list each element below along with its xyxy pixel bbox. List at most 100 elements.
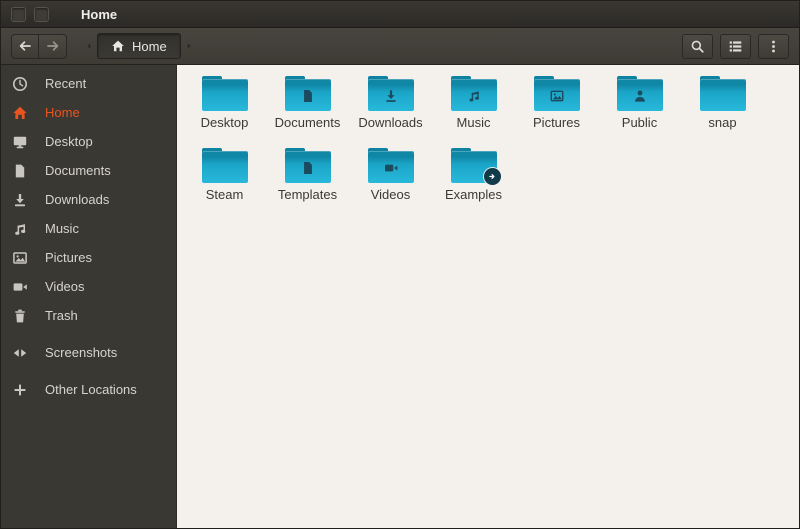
folder-icon (201, 148, 248, 183)
sidebar-item-documents[interactable]: Documents (1, 156, 176, 185)
sidebar-item-music[interactable]: Music (1, 214, 176, 243)
file-item-templates[interactable]: Templates (266, 145, 349, 217)
file-item-downloads[interactable]: Downloads (349, 73, 432, 145)
folder-icon (367, 148, 414, 183)
folder-icon (616, 76, 663, 111)
back-button[interactable] (11, 33, 39, 59)
file-item-music[interactable]: Music (432, 73, 515, 145)
file-name: Downloads (358, 115, 423, 130)
file-item-videos[interactable]: Videos (349, 145, 432, 217)
file-manager-window: Home Home Recent Home Desktop Documents … (0, 0, 800, 529)
window-button-1[interactable] (11, 6, 26, 22)
file-name: Music (456, 115, 491, 130)
sidebar-item-label: Screenshots (45, 345, 118, 360)
arrow-right-icon (45, 38, 61, 54)
clock-icon (12, 76, 28, 92)
file-name: snap (708, 115, 737, 130)
folder-icon (201, 76, 248, 111)
path-segment-label: Home (132, 38, 167, 54)
document-emblem-icon (300, 161, 315, 176)
file-item-examples[interactable]: Examples (432, 145, 515, 217)
sidebar-item-label: Other Locations (45, 382, 137, 397)
link-emblem-icon (483, 168, 501, 185)
folder-icon (284, 148, 331, 183)
path-scroll-left-icon (83, 40, 95, 52)
file-item-desktop[interactable]: Desktop (183, 73, 266, 145)
menu-button[interactable] (758, 33, 789, 59)
file-name: Examples (444, 187, 503, 202)
sidebar-item-screenshots[interactable]: Screenshots (1, 338, 176, 367)
nav-button-group (11, 33, 67, 59)
sidebar-item-pictures[interactable]: Pictures (1, 243, 176, 272)
sidebar-item-home[interactable]: Home (1, 98, 176, 127)
file-name: Steam (205, 187, 244, 202)
document-icon (12, 163, 28, 179)
video-camera-emblem-icon (383, 161, 398, 176)
document-emblem-icon (300, 89, 315, 104)
sidebar-item-label: Trash (45, 308, 78, 323)
file-name: Templates (277, 187, 338, 202)
sidebar-item-label: Downloads (45, 192, 110, 207)
sidebar-item-label: Music (45, 221, 79, 236)
sidebar-item-label: Recent (45, 76, 87, 91)
sidebar-item-other-locations[interactable]: Other Locations (1, 375, 176, 404)
sidebar-item-recent[interactable]: Recent (1, 69, 176, 98)
sidebar-item-label: Desktop (45, 134, 93, 149)
sidebar-item-downloads[interactable]: Downloads (1, 185, 176, 214)
list-view-icon (728, 39, 743, 54)
sidebar-list: Recent Home Desktop Documents Downloads … (1, 69, 176, 404)
download-icon (12, 192, 28, 208)
sidebar-item-label: Documents (45, 163, 111, 178)
file-item-pictures[interactable]: Pictures (515, 73, 598, 145)
path-scroll-right-icon (183, 40, 195, 52)
path-segment-home[interactable]: Home (97, 33, 181, 59)
photo-emblem-icon (549, 89, 564, 104)
trash-icon (12, 308, 28, 324)
file-name: Documents (274, 115, 341, 130)
file-name: Public (621, 115, 658, 130)
forward-button[interactable] (39, 33, 67, 59)
folder-icon (284, 76, 331, 111)
folder-icon (367, 76, 414, 111)
sidebar-item-trash[interactable]: Trash (1, 301, 176, 330)
path-bar: Home (81, 33, 197, 59)
sidebar-item-desktop[interactable]: Desktop (1, 127, 176, 156)
file-grid[interactable]: Desktop Documents Downloads Music Pictur… (177, 65, 799, 528)
menu-dots-icon (766, 39, 781, 54)
music-note-emblem-icon (466, 89, 481, 104)
window-body: Recent Home Desktop Documents Downloads … (1, 65, 799, 528)
plus-icon (12, 382, 28, 398)
desktop-icon (12, 134, 28, 150)
person-emblem-icon (632, 89, 647, 104)
titlebar[interactable]: Home (1, 1, 799, 28)
file-name: Desktop (200, 115, 249, 130)
view-toggle-button[interactable] (720, 33, 751, 59)
sidebar-item-label: Videos (45, 279, 85, 294)
toolbar: Home (1, 28, 799, 65)
home-icon (111, 39, 125, 53)
window-button-2[interactable] (34, 6, 49, 22)
file-item-snap[interactable]: snap (681, 73, 764, 145)
file-name: Videos (370, 187, 411, 202)
file-item-steam[interactable]: Steam (183, 145, 266, 217)
folder-icon (450, 148, 501, 185)
file-item-documents[interactable]: Documents (266, 73, 349, 145)
window-title: Home (81, 6, 118, 22)
sidebar-item-label: Home (45, 105, 80, 120)
home-icon (12, 105, 28, 121)
file-name: Pictures (533, 115, 580, 130)
sidebar-item-label: Pictures (45, 250, 92, 265)
arrow-left-icon (17, 38, 33, 54)
drive-icon (12, 345, 28, 361)
sidebar-item-videos[interactable]: Videos (1, 272, 176, 301)
folder-icon (533, 76, 580, 111)
photo-icon (12, 250, 28, 266)
file-item-public[interactable]: Public (598, 73, 681, 145)
folder-icon (699, 76, 746, 111)
video-camera-icon (12, 279, 28, 295)
download-emblem-icon (383, 89, 398, 104)
search-button[interactable] (682, 33, 713, 59)
folder-icon (450, 76, 497, 111)
sidebar: Recent Home Desktop Documents Downloads … (1, 65, 177, 528)
music-note-icon (12, 221, 28, 237)
